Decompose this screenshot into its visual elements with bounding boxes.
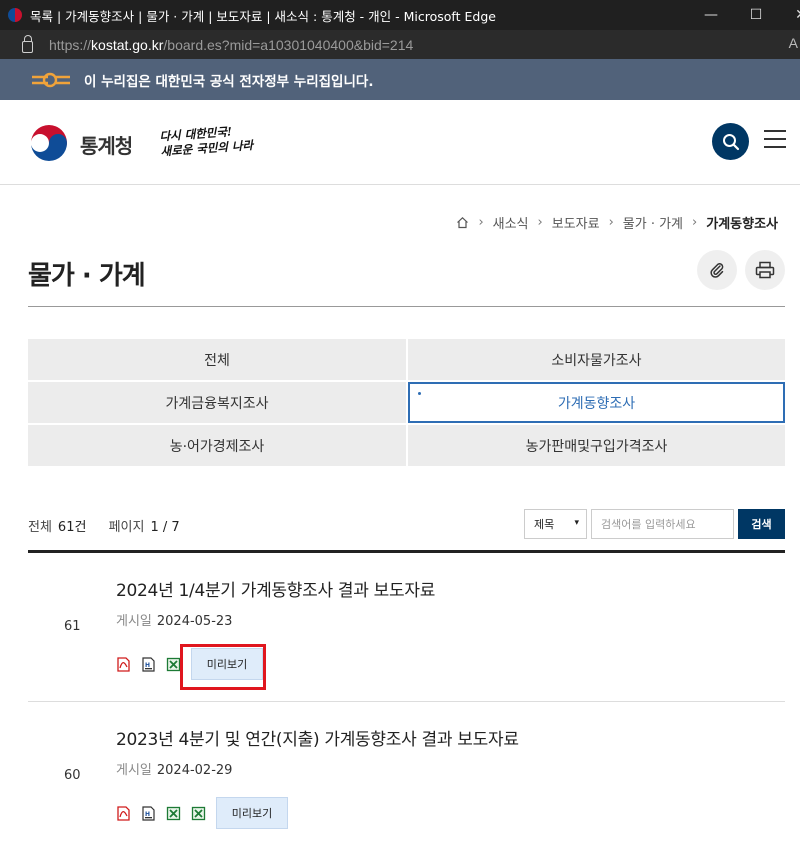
search-icon xyxy=(722,133,739,150)
excel-icon[interactable] xyxy=(191,806,206,821)
tab-household-finance[interactable]: 가계금융복지조사 xyxy=(28,382,406,423)
search-placeholder: 검색어를 입력하세요 xyxy=(601,518,696,531)
taegeuk-logo-icon[interactable] xyxy=(28,122,70,164)
breadcrumb: › 새소식 › 보도자료 › 물가 · 가계 › 가계동향조사 xyxy=(456,213,778,232)
site-header: 통계청 다시 대한민국! 새로운 국민의 나라 xyxy=(0,100,800,185)
hwp-icon[interactable]: H xyxy=(141,656,156,672)
chevron-down-icon: ▾ xyxy=(574,518,579,528)
chevron-right-icon: › xyxy=(692,215,698,230)
page-count: 1 / 7 xyxy=(150,520,180,535)
page-title: 물가 · 가계 xyxy=(28,261,146,291)
category-tabs: 전체 소비자물가조사 가계금융복지조사 가계동향조사 농·어가경제조사 농가판매… xyxy=(28,339,785,466)
page-label: 페이지 xyxy=(108,520,145,535)
total-label: 전체 xyxy=(28,520,52,535)
breadcrumb-item[interactable]: 물가 · 가계 xyxy=(623,213,683,232)
gov-emblem-icon xyxy=(32,72,70,87)
post-date-label: 게시일 xyxy=(116,614,152,629)
post-number: 60 xyxy=(64,768,81,783)
maximize-icon[interactable]: ☐ xyxy=(733,0,779,30)
gov-banner: 이 누리집은 대한민국 공식 전자정부 누리집입니다. xyxy=(0,59,800,100)
preview-button[interactable]: 미리보기 xyxy=(216,797,288,829)
tab-household-trend[interactable]: 가계동향조사 xyxy=(408,382,785,423)
breadcrumb-current[interactable]: 가계동향조사 xyxy=(706,213,778,232)
printer-icon xyxy=(755,261,775,279)
excel-icon[interactable] xyxy=(166,657,181,672)
title-divider xyxy=(28,306,785,307)
post-date-value: 2024-02-29 xyxy=(156,763,233,778)
post-title[interactable]: 2024년 1/4분기 가계동향조사 결과 보도자료 xyxy=(116,576,435,601)
url-path: /board.es?mid=a10301040400&bid=214 xyxy=(163,36,414,53)
breadcrumb-item[interactable]: 새소식 xyxy=(493,213,529,232)
excel-icon[interactable] xyxy=(166,806,181,821)
tab-consumer-price[interactable]: 소비자물가조사 xyxy=(408,339,785,380)
url-host: kostat.go.kr xyxy=(91,36,164,53)
breadcrumb-item[interactable]: 보도자료 xyxy=(552,213,600,232)
tab-farm-fishery-economy[interactable]: 농·어가경제조사 xyxy=(28,425,406,466)
close-icon[interactable]: ✕ xyxy=(778,0,800,30)
tab-farm-price[interactable]: 농가판매및구입가격조사 xyxy=(408,425,785,466)
site-name[interactable]: 통계청 xyxy=(80,130,133,159)
search-input[interactable]: 검색어를 입력하세요 xyxy=(591,509,734,539)
lock-icon xyxy=(22,34,33,53)
paperclip-icon xyxy=(710,263,724,278)
pdf-icon[interactable] xyxy=(116,656,131,672)
search-button[interactable]: 검색 xyxy=(738,509,785,539)
list-summary: 전체 61건 페이지 1 / 7 xyxy=(28,516,180,535)
hamburger-menu-icon[interactable] xyxy=(764,130,786,152)
highlight-box xyxy=(180,644,266,690)
post-title[interactable]: 2023년 4분기 및 연간(지출) 가계동향조사 결과 보도자료 xyxy=(116,725,519,750)
url-prefix: https:// xyxy=(49,36,92,53)
address-bar[interactable]: https://kostat.go.kr/board.es?mid=a10301… xyxy=(0,30,800,59)
minimize-icon[interactable]: — xyxy=(688,0,734,30)
tab-all[interactable]: 전체 xyxy=(28,339,406,380)
search-field-select[interactable]: 제목 ▾ xyxy=(524,509,587,539)
search-field-value: 제목 xyxy=(534,518,555,531)
svg-text:H: H xyxy=(145,811,150,818)
pdf-icon[interactable] xyxy=(116,805,131,821)
gov-banner-text: 이 누리집은 대한민국 공식 전자정부 누리집입니다. xyxy=(84,73,374,90)
attachment-button[interactable] xyxy=(697,250,737,290)
attachment-list: H 미리보기 xyxy=(116,797,288,829)
window-title: 목록 | 가계동향조사 | 물가 · 가계 | 보도자료 | 새소식 : 통계청… xyxy=(30,8,496,24)
chevron-right-icon: › xyxy=(608,215,614,230)
header-search-button[interactable] xyxy=(712,123,749,160)
post-number: 61 xyxy=(64,619,81,634)
browser-title-bar: 목록 | 가계동향조사 | 물가 · 가계 | 보도자료 | 새소식 : 통계청… xyxy=(0,0,800,30)
post-date-label: 게시일 xyxy=(116,763,152,778)
reading-mode-icon[interactable]: A xyxy=(789,35,798,51)
home-icon[interactable] xyxy=(456,216,469,229)
site-favicon-icon xyxy=(8,8,22,22)
post-date: 게시일 2024-02-29 xyxy=(116,759,232,778)
svg-text:H: H xyxy=(145,662,150,669)
print-button[interactable] xyxy=(745,250,785,290)
chevron-right-icon: › xyxy=(537,215,543,230)
total-count: 61건 xyxy=(57,520,87,535)
chevron-right-icon: › xyxy=(478,215,484,230)
post-date: 게시일 2024-05-23 xyxy=(116,610,232,629)
hwp-icon[interactable]: H xyxy=(141,805,156,821)
table-row: 61 2024년 1/4분기 가계동향조사 결과 보도자료 게시일 2024-05… xyxy=(28,553,785,702)
post-date-value: 2024-05-23 xyxy=(156,614,233,629)
slogan: 다시 대한민국! 새로운 국민의 나라 xyxy=(159,123,261,160)
table-row: 60 2023년 4분기 및 연간(지출) 가계동향조사 결과 보도자료 게시일… xyxy=(28,702,785,842)
